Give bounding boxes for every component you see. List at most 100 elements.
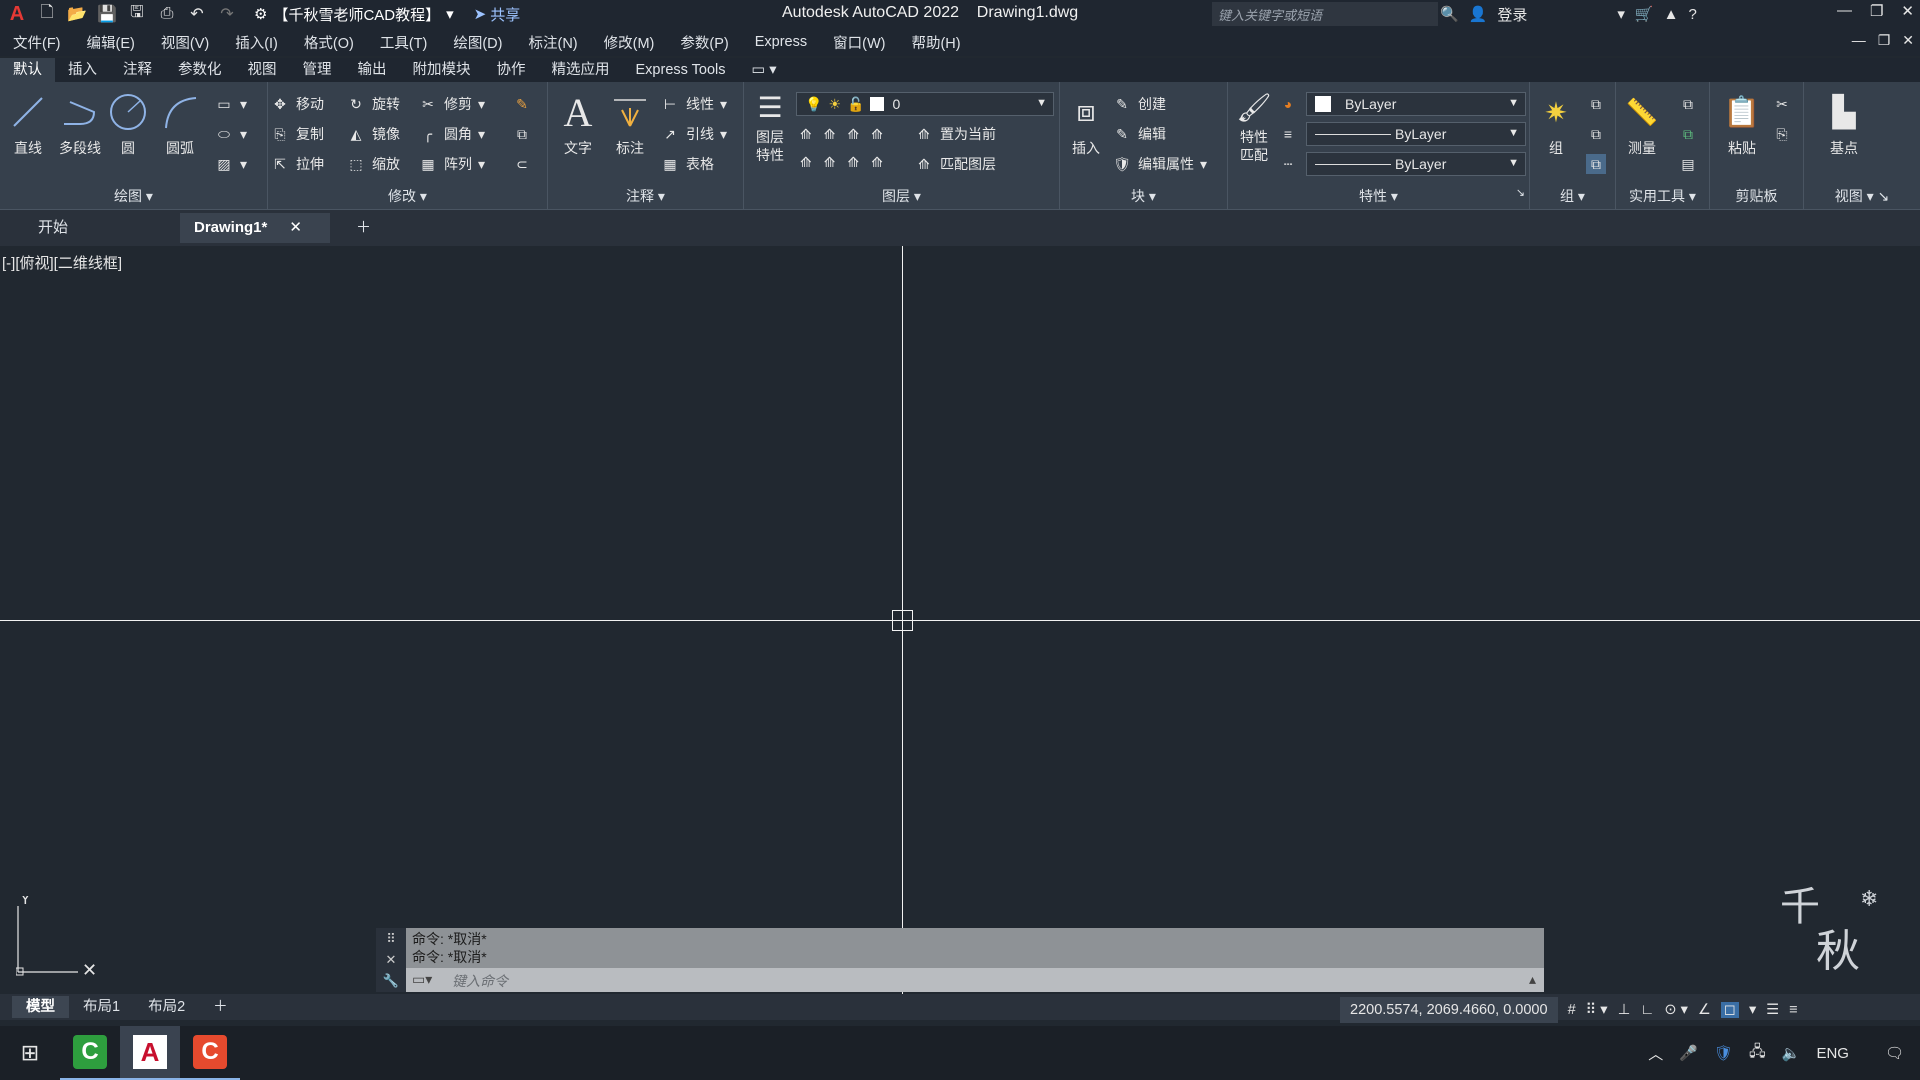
- layer-unlock-icon[interactable]: ⟰: [871, 154, 883, 171]
- tab-layout1[interactable]: 布局1: [69, 996, 134, 1018]
- rotate-button[interactable]: ↻ 旋转: [346, 94, 400, 114]
- dialog-launcher-icon[interactable]: ↘: [1516, 186, 1525, 199]
- explode-button[interactable]: ⧉: [512, 124, 532, 144]
- polar-icon[interactable]: ⊙ ▾: [1664, 1002, 1687, 1018]
- menu-dimension[interactable]: 标注(N): [515, 32, 590, 53]
- match-properties-button[interactable]: 🖌 特性 匹配: [1230, 90, 1278, 164]
- plot-icon[interactable]: ⎙: [156, 4, 178, 24]
- table-button[interactable]: ▦ 表格: [660, 154, 714, 174]
- layer-unisolate-icon[interactable]: ⟰: [824, 154, 836, 171]
- utilities-panel-title[interactable]: 实用工具 ▾: [1616, 186, 1709, 208]
- block-panel-title[interactable]: 块 ▾: [1060, 186, 1227, 208]
- search-icon[interactable]: 🔍: [1440, 5, 1459, 23]
- login-link[interactable]: 登录: [1497, 4, 1527, 25]
- hatch-button[interactable]: ▨ ▾: [214, 154, 247, 174]
- tab-insert[interactable]: 插入: [55, 58, 110, 82]
- paste-button[interactable]: 📋 粘贴: [1718, 92, 1766, 158]
- quick-select-button[interactable]: ⧉: [1678, 94, 1698, 114]
- menu-draw[interactable]: 绘图(D): [440, 32, 515, 53]
- recorder-app-icon[interactable]: C: [180, 1026, 240, 1080]
- command-line-handle[interactable]: ⠿ ✕ 🔧: [376, 928, 406, 992]
- camtasia-app-icon[interactable]: C: [60, 1026, 120, 1080]
- viewport-label[interactable]: [-][俯视][二维线框]: [2, 252, 122, 273]
- set-current-button[interactable]: ⟰ 置为当前: [914, 124, 996, 144]
- shield-icon[interactable]: 🛡: [1714, 1044, 1733, 1062]
- menu-modify[interactable]: 修改(M): [591, 32, 668, 53]
- menu-edit[interactable]: 编辑(E): [74, 32, 148, 53]
- linetype-button[interactable]: ┄: [1278, 154, 1298, 174]
- circle-button[interactable]: 圆: [104, 92, 152, 158]
- group-select-button[interactable]: ⧉: [1586, 154, 1606, 174]
- fillet-button[interactable]: ╭ 圆角 ▾: [418, 124, 485, 144]
- menu-tools[interactable]: 工具(T): [367, 32, 441, 53]
- tab-drawing1[interactable]: Drawing1* ✕: [180, 213, 330, 243]
- restore-icon[interactable]: ❐: [1878, 32, 1891, 49]
- ungroup-button[interactable]: ⧉: [1586, 94, 1606, 114]
- windows-start-icon[interactable]: ⊞: [0, 1026, 60, 1080]
- lineweight-display-icon[interactable]: ☰: [1766, 1002, 1779, 1018]
- grid-icon[interactable]: #: [1568, 1002, 1576, 1018]
- tab-default[interactable]: 默认: [0, 58, 55, 82]
- leader-button[interactable]: ↗ 引线 ▾: [660, 124, 727, 144]
- command-input[interactable]: ▭▾ 键入命令 ▴: [406, 968, 1544, 992]
- lineweight-button[interactable]: ≡: [1278, 124, 1298, 144]
- tab-annotate[interactable]: 注释: [110, 58, 165, 82]
- minimize-icon[interactable]: —: [1852, 32, 1866, 49]
- menu-file[interactable]: 文件(F): [0, 32, 74, 53]
- group-edit-button[interactable]: ⧉: [1586, 124, 1606, 144]
- group-button[interactable]: ✷ 组: [1532, 92, 1580, 158]
- network-icon[interactable]: 🖧: [1749, 1041, 1766, 1066]
- dimension-button[interactable]: 标注: [606, 92, 654, 158]
- color-dropdown[interactable]: ByLayer ▼: [1306, 92, 1526, 116]
- calculator-button[interactable]: ▤: [1678, 154, 1698, 174]
- arc-button[interactable]: 圆弧: [156, 92, 204, 158]
- autodesk-icon[interactable]: ▲: [1664, 6, 1679, 23]
- grip-icon[interactable]: ⠿: [386, 931, 396, 947]
- close-icon[interactable]: ✕: [1902, 32, 1914, 49]
- menu-parametric[interactable]: 参数(P): [667, 32, 741, 53]
- user-icon[interactable]: 👤: [1469, 5, 1488, 23]
- chevron-down-icon[interactable]: ▾: [1749, 1002, 1756, 1018]
- drawing-canvas[interactable]: [-][俯视][二维线框] Y ✕ 千 秋 ❄: [0, 246, 1920, 996]
- tab-model[interactable]: 模型: [12, 996, 69, 1018]
- draw-panel-title[interactable]: 绘图 ▾: [0, 186, 267, 208]
- object-snap-icon[interactable]: ◻: [1720, 1002, 1739, 1018]
- line-button[interactable]: 直线: [4, 92, 52, 158]
- tab-parametric[interactable]: 参数化: [165, 58, 235, 82]
- layer-dropdown[interactable]: 💡 ☀ 🔓 0 ▼: [796, 92, 1054, 116]
- help-icon[interactable]: ?: [1688, 6, 1696, 23]
- layer-lock-icon[interactable]: ⟰: [871, 126, 883, 143]
- add-layout-button[interactable]: ＋: [199, 996, 242, 1018]
- infer-constraints-icon[interactable]: ⊥: [1618, 1002, 1631, 1018]
- match-layer-button[interactable]: ⟰ 匹配图层: [914, 154, 996, 174]
- trim-button[interactable]: ✂ 修剪 ▾: [418, 94, 485, 114]
- text-button[interactable]: A 文字: [554, 90, 602, 158]
- volume-icon[interactable]: 🔈: [1782, 1044, 1801, 1062]
- rectangle-button[interactable]: ▭ ▾: [214, 94, 247, 114]
- stretch-button[interactable]: ⇱ 拉伸: [270, 154, 324, 174]
- tab-layout2[interactable]: 布局2: [134, 996, 199, 1018]
- undo-icon[interactable]: ↶: [186, 4, 208, 24]
- layer-freeze-icon[interactable]: ⟰: [847, 126, 859, 143]
- isodraft-icon[interactable]: ∠: [1698, 1002, 1711, 1018]
- scale-button[interactable]: ⬚ 缩放: [346, 154, 400, 174]
- minimize-icon[interactable]: —: [1837, 2, 1852, 20]
- language-indicator[interactable]: ENG: [1816, 1045, 1849, 1062]
- tab-collaborate[interactable]: 协作: [484, 58, 539, 82]
- view-panel-title[interactable]: 视图 ▾ ↘: [1804, 186, 1920, 208]
- layer-off-icon[interactable]: ⟰: [800, 126, 812, 143]
- open-file-icon[interactable]: 📂: [66, 4, 88, 24]
- offset-button[interactable]: ⊂: [512, 154, 532, 174]
- search-input[interactable]: 键入关键字或短语: [1212, 2, 1438, 26]
- customize-icon[interactable]: ≡: [1789, 1002, 1797, 1018]
- wrench-icon[interactable]: 🔧: [383, 973, 399, 989]
- chevron-up-icon[interactable]: ︿: [1648, 1043, 1663, 1064]
- menu-format[interactable]: 格式(O): [291, 32, 367, 53]
- tab-featured-apps[interactable]: 精选应用: [539, 58, 623, 82]
- close-icon[interactable]: ✕: [386, 952, 397, 968]
- autocad-logo-icon[interactable]: A: [6, 3, 28, 25]
- layer-isolate-icon[interactable]: ⟰: [824, 126, 836, 143]
- layer-properties-button[interactable]: ☰ 图层 特性: [746, 90, 794, 164]
- tab-express-tools[interactable]: Express Tools: [623, 58, 739, 82]
- move-button[interactable]: ✥ 移动: [270, 94, 324, 114]
